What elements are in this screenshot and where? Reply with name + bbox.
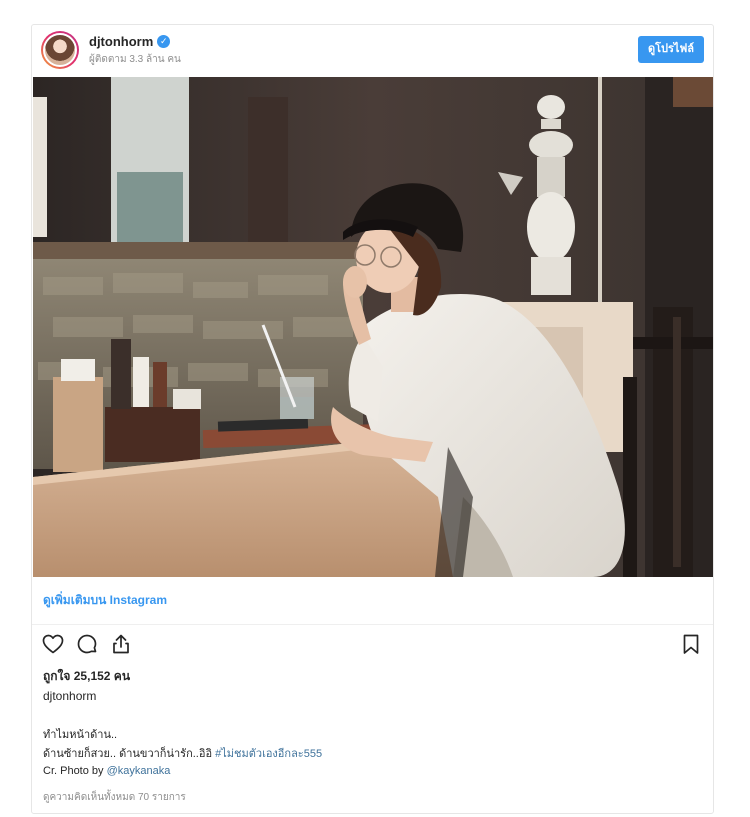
like-count[interactable]: ถูกใจ 25,152 คน bbox=[43, 667, 130, 686]
caption-text: ด้านซ้ายก็สวย.. ด้านขวาก็น่ารัก..อิอิ bbox=[43, 748, 216, 760]
bookmark-icon[interactable] bbox=[679, 632, 703, 656]
follower-count: ผู้ติดตาม 3.3 ล้าน คน bbox=[89, 54, 181, 65]
caption-hashtag[interactable]: #ไม่ชมตัวเองอีกละ555 bbox=[215, 748, 322, 760]
avatar[interactable] bbox=[41, 31, 79, 69]
caption-credit: Cr. Photo by bbox=[43, 765, 107, 777]
username-row[interactable]: djtonhorm ✓ bbox=[89, 34, 171, 49]
more-on-instagram-link[interactable]: ดูเพิ่มเติมบน Instagram bbox=[43, 591, 167, 610]
avatar-image bbox=[43, 33, 77, 67]
caption-username[interactable]: djtonhorm bbox=[43, 689, 96, 703]
caption-mention[interactable]: @kaykanaka bbox=[107, 765, 171, 777]
post-header: djtonhorm ✓ ผู้ติดตาม 3.3 ล้าน คน ดูโปรไ… bbox=[32, 25, 713, 77]
share-icon[interactable] bbox=[109, 632, 133, 656]
verified-check-icon: ✓ bbox=[157, 35, 171, 48]
post-photo[interactable] bbox=[33, 77, 713, 577]
more-on-instagram-row: ดูเพิ่มเติมบน Instagram bbox=[32, 577, 713, 625]
view-all-comments-link[interactable]: ดูความคิดเห็นทั้งหมด 70 รายการ bbox=[43, 790, 186, 805]
instagram-embed-card: djtonhorm ✓ ผู้ติดตาม 3.3 ล้าน คน ดูโปรไ… bbox=[31, 24, 714, 814]
username[interactable]: djtonhorm bbox=[89, 34, 153, 49]
caption-line-2: ด้านซ้ายก็สวย.. ด้านขวาก็น่ารัก..อิอิ #ไ… bbox=[43, 744, 322, 762]
caption-line-3: Cr. Photo by @kaykanaka bbox=[43, 765, 170, 777]
caption-line-1: ทำไมหน้าด้าน.. bbox=[43, 729, 118, 741]
heart-icon[interactable] bbox=[41, 632, 65, 656]
comment-icon[interactable] bbox=[75, 632, 99, 656]
photo-illustration bbox=[33, 77, 713, 577]
view-profile-button[interactable]: ดูโปรไฟล์ bbox=[637, 36, 704, 63]
action-bar bbox=[41, 629, 133, 659]
